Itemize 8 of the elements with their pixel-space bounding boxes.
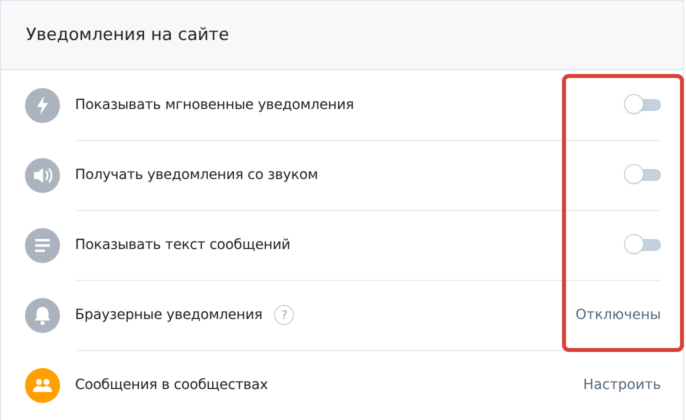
setting-label: Браузерные уведомления bbox=[75, 306, 262, 322]
status-link[interactable]: Настроить bbox=[583, 377, 661, 393]
setting-label: Показывать текст сообщений bbox=[75, 236, 290, 252]
panel-title: Уведомления на сайте bbox=[26, 25, 230, 45]
setting-label: Показывать мгновенные уведомления bbox=[75, 96, 354, 112]
setting-label: Сообщения в сообществах bbox=[75, 377, 268, 393]
setting-label: Получать уведомления со звуком bbox=[75, 166, 318, 182]
status-link[interactable]: Отключены bbox=[576, 306, 661, 322]
